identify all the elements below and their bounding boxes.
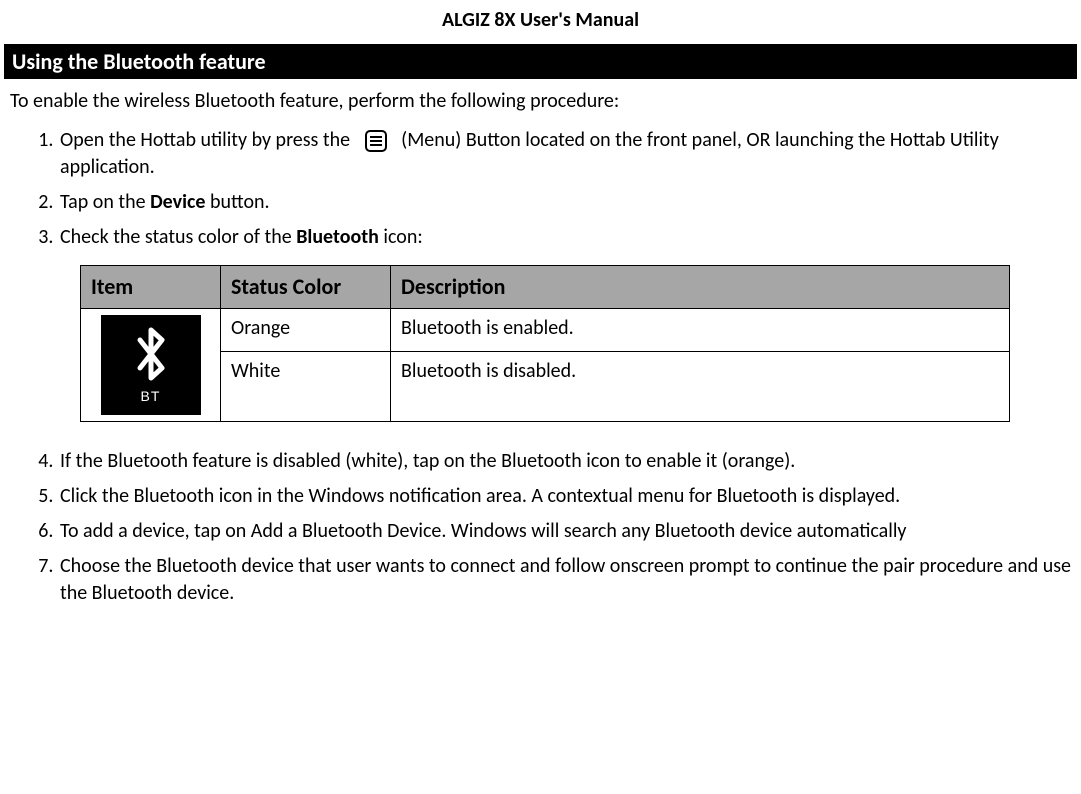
status-table: Item Status Color Description BT Orange … [80,265,1010,422]
table-row: BT Orange Bluetooth is enabled. [81,308,1010,351]
step-3-text-a: Check the status color of the [60,225,296,249]
menu-icon [365,130,387,152]
table-header-row: Item Status Color Description [81,266,1010,309]
bluetooth-icon: BT [101,315,201,415]
td-status-0: Orange [221,308,391,351]
td-icon: BT [81,308,221,421]
step-1: Open the Hottab utility by press the (Me… [58,125,1071,187]
step-2-text-c: button. [205,190,269,214]
th-desc: Description [391,266,1010,309]
step-5: Click the Bluetooth icon in the Windows … [58,481,1071,516]
step-6: To add a device, tap on Add a Bluetooth … [58,516,1071,551]
th-status: Status Color [221,266,391,309]
intro-text: To enable the wireless Bluetooth feature… [0,89,1081,125]
steps-list: Open the Hottab utility by press the (Me… [10,125,1071,613]
td-desc-0: Bluetooth is enabled. [391,308,1010,351]
td-status-1: White [221,351,391,421]
table-row: White Bluetooth is disabled. [81,351,1010,421]
step-3-text-c: icon: [379,225,423,249]
section-header: Using the Bluetooth feature [4,44,1077,79]
step-2-bold: Device [150,190,205,214]
step-7: Choose the Bluetooth device that user wa… [58,551,1071,613]
step-3-bold: Bluetooth [296,225,379,249]
page-title: ALGIZ 8X User's Manual [0,0,1081,44]
step-2: Tap on the Device button. [58,187,1071,222]
th-item: Item [81,266,221,309]
bluetooth-icon-label: BT [141,387,161,406]
step-4: If the Bluetooth feature is disabled (wh… [58,446,1071,481]
td-desc-1: Bluetooth is disabled. [391,351,1010,421]
step-1-text-a: Open the Hottab utility by press the [60,128,350,152]
step-2-text-a: Tap on the [60,190,150,214]
step-3: Check the status color of the Bluetooth … [58,222,1071,446]
